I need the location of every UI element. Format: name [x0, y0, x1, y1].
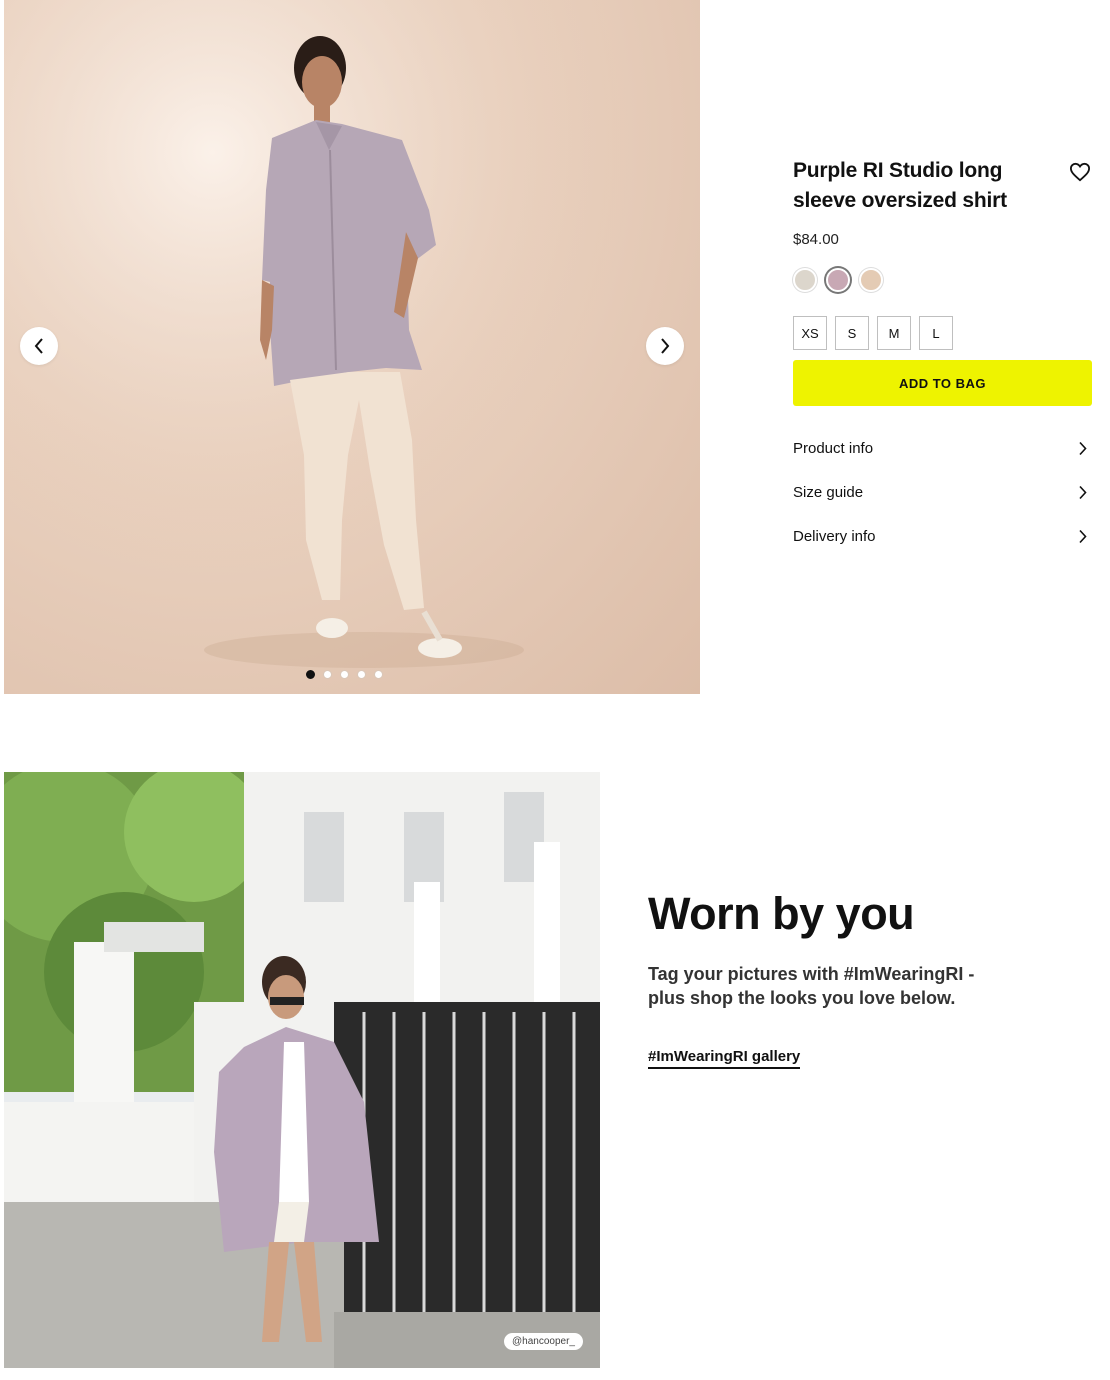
size-option-m[interactable]: M	[877, 316, 911, 350]
size-guide-label: Size guide	[793, 483, 864, 501]
gallery-dot[interactable]	[306, 670, 315, 679]
product-info-label: Product info	[793, 439, 874, 457]
heart-icon[interactable]	[1069, 162, 1091, 182]
worn-by-you-section: Worn by you Tag your pictures with #ImWe…	[648, 886, 1068, 1069]
next-image-button[interactable]	[646, 327, 684, 365]
product-info-link[interactable]: Product info	[793, 426, 1093, 470]
color-swatch-stone[interactable]	[793, 268, 817, 292]
chevron-right-icon	[1079, 529, 1087, 543]
gallery-dot[interactable]	[374, 670, 383, 679]
chevron-left-icon	[34, 338, 43, 354]
size-option-xs[interactable]: XS	[793, 316, 827, 350]
product-details-panel: Purple RI Studio long sleeve oversized s…	[793, 156, 1093, 558]
gallery-dot[interactable]	[340, 670, 349, 679]
gallery-pagination	[306, 670, 383, 679]
gallery-dot[interactable]	[357, 670, 366, 679]
product-image-gallery[interactable]	[4, 0, 700, 694]
size-guide-link[interactable]: Size guide	[793, 470, 1093, 514]
ugc-gallery-link[interactable]: #ImWearingRI gallery	[648, 1048, 801, 1069]
product-model-photo	[4, 0, 700, 694]
color-swatch-beige[interactable]	[859, 268, 883, 292]
chevron-right-icon	[1079, 441, 1087, 455]
delivery-info-label: Delivery info	[793, 527, 876, 545]
product-title: Purple RI Studio long sleeve oversized s…	[793, 159, 1007, 212]
color-swatch-purple[interactable]	[826, 268, 850, 292]
customer-photo-image	[4, 772, 600, 1368]
customer-photo[interactable]: @hancooper_	[4, 772, 600, 1368]
delivery-info-link[interactable]: Delivery info	[793, 514, 1093, 558]
chevron-right-icon	[1079, 485, 1087, 499]
photo-credit-tag[interactable]: @hancooper_	[504, 1333, 583, 1350]
size-option-s[interactable]: S	[835, 316, 869, 350]
size-option-l[interactable]: L	[919, 316, 953, 350]
product-price: $84.00	[793, 231, 839, 248]
color-swatches	[793, 268, 1093, 292]
gallery-dot[interactable]	[323, 670, 332, 679]
add-to-bag-button[interactable]: ADD TO BAG	[793, 360, 1092, 406]
worn-by-you-heading: Worn by you	[648, 888, 915, 939]
chevron-right-icon	[661, 338, 670, 354]
product-info-links: Product info Size guide Delivery info	[793, 426, 1093, 558]
size-selector: XS S M L	[793, 316, 1093, 350]
worn-by-you-description: Tag your pictures with #ImWearingRI - pl…	[648, 964, 975, 1008]
previous-image-button[interactable]	[20, 327, 58, 365]
